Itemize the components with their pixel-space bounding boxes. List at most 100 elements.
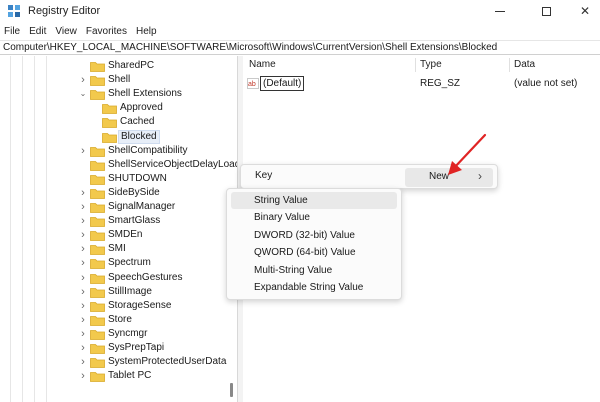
tree-item-label: Blocked (118, 129, 160, 144)
tree-item[interactable]: Blocked (0, 129, 230, 144)
tree-item-label: SignalManager (108, 201, 176, 212)
menu-view[interactable]: View (51, 26, 82, 37)
tree-item-label: SpeechGestures (108, 271, 183, 283)
tree-item[interactable]: Cached (0, 115, 230, 129)
tree-item-label: SMI (108, 243, 126, 255)
maximize-button[interactable] (526, 0, 566, 22)
title-bar: Registry Editor ✕ (0, 0, 600, 22)
chevron-right-icon[interactable]: › (79, 144, 87, 158)
tree-item[interactable]: › StillImage (0, 285, 230, 299)
chevron-right-icon[interactable]: › (79, 355, 87, 369)
tree-item[interactable]: › StorageSense (0, 299, 230, 313)
submenu-item[interactable]: Binary Value (231, 209, 397, 226)
chevron-right-icon[interactable]: › (79, 73, 87, 87)
submenu-item[interactable]: Multi-String Value (231, 262, 397, 279)
tree-item-label: Approved (120, 102, 163, 114)
folder-icon (90, 217, 105, 227)
folder-icon (90, 329, 105, 340)
tree-item[interactable]: › SideBySide (0, 186, 230, 200)
chevron-right-icon[interactable]: › (79, 327, 87, 341)
close-button[interactable]: ✕ (565, 0, 600, 22)
context-menu-key[interactable]: Key (255, 170, 272, 181)
chevron-right-icon[interactable]: › (79, 256, 87, 270)
folder-icon (90, 62, 105, 72)
key-tree-pane[interactable]: SharedPC › Shell ⌄ Shell Extensions Approved C… (0, 56, 238, 402)
tree-item[interactable]: SHUTDOWN (0, 172, 230, 186)
folder-icon (90, 76, 105, 86)
tree-item-label: Cached (120, 116, 155, 128)
tree-item[interactable]: › Tablet PC (0, 369, 230, 383)
value-row-default[interactable]: ab (Default) REG_SZ (value not set) (243, 76, 600, 91)
ab-string-icon: ab (247, 78, 259, 89)
tree-item[interactable]: SharedPC (0, 59, 230, 73)
window-title: Registry Editor (28, 5, 101, 17)
chevron-right-icon[interactable]: › (79, 369, 87, 383)
chevron-right-icon[interactable]: › (79, 341, 87, 355)
tree-item-label: StorageSense (108, 299, 172, 311)
folder-icon (90, 146, 105, 157)
tree-item-label: Tablet PC (108, 370, 152, 382)
column-header-name[interactable]: Name (249, 56, 276, 74)
minimize-icon (495, 10, 505, 12)
menu-favorites[interactable]: Favorites (82, 26, 132, 37)
value-type: REG_SZ (420, 78, 461, 89)
tree-item[interactable]: › SysPrepTapi (0, 341, 230, 355)
submenu-item[interactable]: QWORD (64-bit) Value (231, 244, 397, 261)
folder-icon (90, 287, 105, 298)
tree-item-label: SysPrepTapi (108, 342, 165, 353)
submenu-item[interactable]: DWORD (32-bit) Value (231, 227, 397, 244)
folder-icon (90, 315, 105, 326)
folder-icon (90, 344, 105, 354)
tree-item-label: SMDEn (108, 229, 143, 241)
submenu-item[interactable]: String Value (231, 192, 397, 209)
tree-item[interactable]: › SystemProtectedUserData (0, 355, 230, 369)
chevron-right-icon[interactable]: › (79, 228, 87, 242)
registry-editor-icon (8, 5, 20, 17)
chevron-right-icon[interactable]: › (79, 271, 87, 285)
tree-item[interactable]: › Store (0, 313, 230, 327)
submenu-item[interactable]: Expandable String Value (231, 279, 397, 296)
chevron-down-icon[interactable]: ⌄ (79, 87, 87, 101)
chevron-right-icon[interactable]: › (79, 313, 87, 327)
tree-item[interactable]: › Syncmgr (0, 327, 230, 341)
folder-icon (90, 372, 105, 383)
tree-item[interactable]: › SpeechGestures (0, 271, 230, 285)
menu-file[interactable]: File (0, 26, 25, 37)
folder-icon (90, 358, 105, 368)
annotation-arrow-icon (448, 133, 487, 175)
menu-bar: File Edit View Favorites Help (0, 23, 600, 40)
tree-item[interactable]: › Spectrum (0, 256, 230, 270)
tree-item[interactable]: › SignalManager (0, 200, 230, 214)
tree-item[interactable]: Approved (0, 101, 230, 115)
tree-item[interactable]: › SmartGlass (0, 214, 230, 228)
column-header-type[interactable]: Type (420, 56, 442, 74)
chevron-right-icon[interactable]: › (79, 242, 87, 256)
tree-scrollbar[interactable] (230, 383, 233, 397)
address-bar[interactable]: Computer\HKEY_LOCAL_MACHINE\SOFTWARE\Mic… (0, 40, 600, 55)
tree-item[interactable]: ⌄ Shell Extensions (0, 87, 230, 101)
chevron-right-icon[interactable]: › (79, 285, 87, 299)
tree-item-label: ShellCompatibility (108, 144, 188, 156)
tree-item-label: SystemProtectedUserData (108, 356, 227, 368)
chevron-right-icon[interactable]: › (79, 186, 87, 200)
chevron-right-icon[interactable]: › (79, 200, 87, 214)
tree-item[interactable]: ShellServiceObjectDelayLoad (0, 158, 237, 172)
value-name-edit[interactable]: (Default) (260, 76, 305, 91)
tree-item[interactable]: › Shell (0, 73, 230, 87)
folder-icon (102, 104, 117, 115)
tree-item-label: StillImage (108, 285, 152, 297)
tree-item[interactable]: › SMDEn (0, 228, 230, 242)
column-header-data[interactable]: Data (514, 56, 535, 74)
tree-item-label: Spectrum (108, 257, 151, 269)
folder-icon (90, 188, 105, 199)
tree-item[interactable]: › ShellCompatibility (0, 144, 230, 158)
folder-icon (102, 118, 117, 129)
minimize-button[interactable] (480, 0, 520, 22)
chevron-right-icon[interactable]: › (79, 214, 87, 228)
folder-icon (90, 231, 105, 242)
menu-help[interactable]: Help (132, 26, 162, 37)
tree-item-label: SideBySide (108, 186, 160, 198)
tree-item[interactable]: › SMI (0, 242, 230, 256)
chevron-right-icon[interactable]: › (79, 299, 87, 313)
menu-edit[interactable]: Edit (25, 26, 51, 37)
